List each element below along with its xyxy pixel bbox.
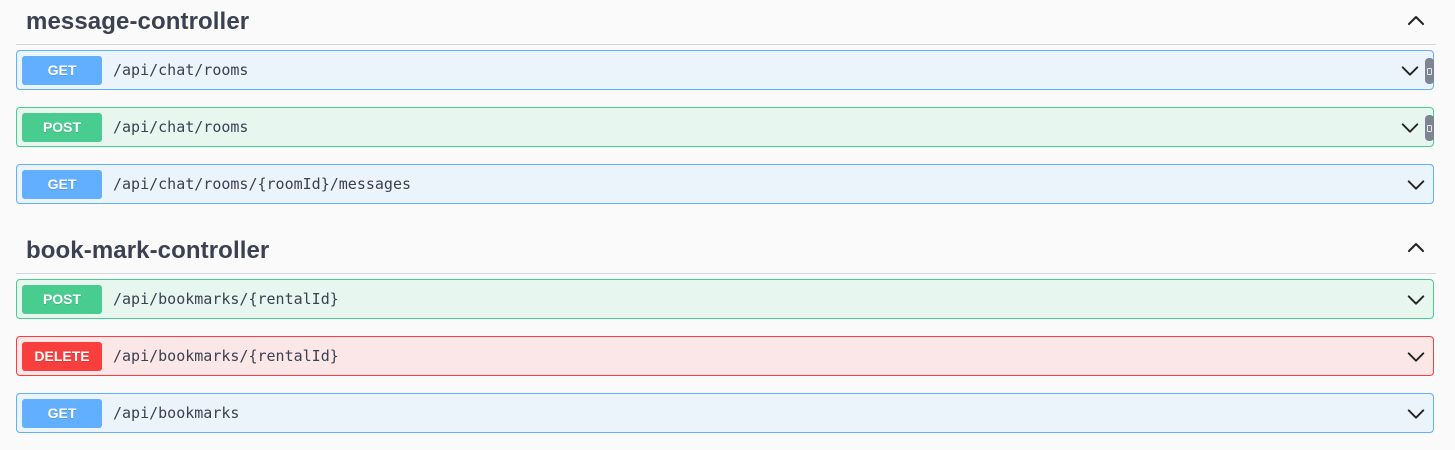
tag-header-message-controller[interactable]: message-controller (16, 0, 1436, 45)
chevron-down-icon[interactable] (1399, 60, 1421, 82)
chevron-up-icon[interactable] (1404, 236, 1428, 260)
swagger-ui-operations: message-controller GET /api/chat/rooms P… (0, 0, 1455, 450)
copy-to-clipboard-icon[interactable] (1425, 58, 1434, 84)
operation-get-chat-room-messages[interactable]: GET /api/chat/rooms/{roomId}/messages (16, 164, 1434, 204)
chevron-down-icon[interactable] (1405, 174, 1427, 196)
chevron-down-icon[interactable] (1399, 117, 1421, 139)
chevron-down-icon[interactable] (1405, 346, 1427, 368)
method-badge: GET (22, 55, 102, 85)
tag-section-book-mark-controller: book-mark-controller POST /api/bookmarks… (16, 228, 1436, 433)
tag-title: book-mark-controller (26, 236, 270, 264)
operation-post-bookmark[interactable]: POST /api/bookmarks/{rentalId} (16, 279, 1434, 319)
operation-path: /api/chat/rooms (113, 118, 249, 136)
operation-post-chat-rooms[interactable]: POST /api/chat/rooms (16, 107, 1434, 147)
operation-get-chat-rooms[interactable]: GET /api/chat/rooms (16, 50, 1434, 90)
operation-path: /api/bookmarks/{rentalId} (113, 347, 339, 365)
operation-path: /api/chat/rooms/{roomId}/messages (113, 175, 412, 193)
tag-section-message-controller: message-controller GET /api/chat/rooms P… (16, 0, 1436, 204)
method-badge: GET (22, 398, 102, 428)
operation-get-bookmarks[interactable]: GET /api/bookmarks (16, 393, 1434, 433)
method-badge: POST (22, 112, 102, 142)
operation-path: /api/chat/rooms (113, 61, 249, 79)
chevron-down-icon[interactable] (1405, 289, 1427, 311)
method-badge: POST (22, 284, 102, 314)
operation-path: /api/bookmarks/{rentalId} (113, 290, 339, 308)
method-badge: GET (22, 169, 102, 199)
chevron-down-icon[interactable] (1405, 403, 1427, 425)
operation-path: /api/bookmarks (113, 404, 240, 422)
operation-delete-bookmark[interactable]: DELETE /api/bookmarks/{rentalId} (16, 336, 1434, 376)
tag-header-book-mark-controller[interactable]: book-mark-controller (16, 228, 1436, 274)
chevron-up-icon[interactable] (1404, 9, 1428, 33)
method-badge: DELETE (22, 341, 102, 371)
tag-title: message-controller (26, 8, 250, 35)
copy-to-clipboard-icon[interactable] (1425, 115, 1434, 141)
